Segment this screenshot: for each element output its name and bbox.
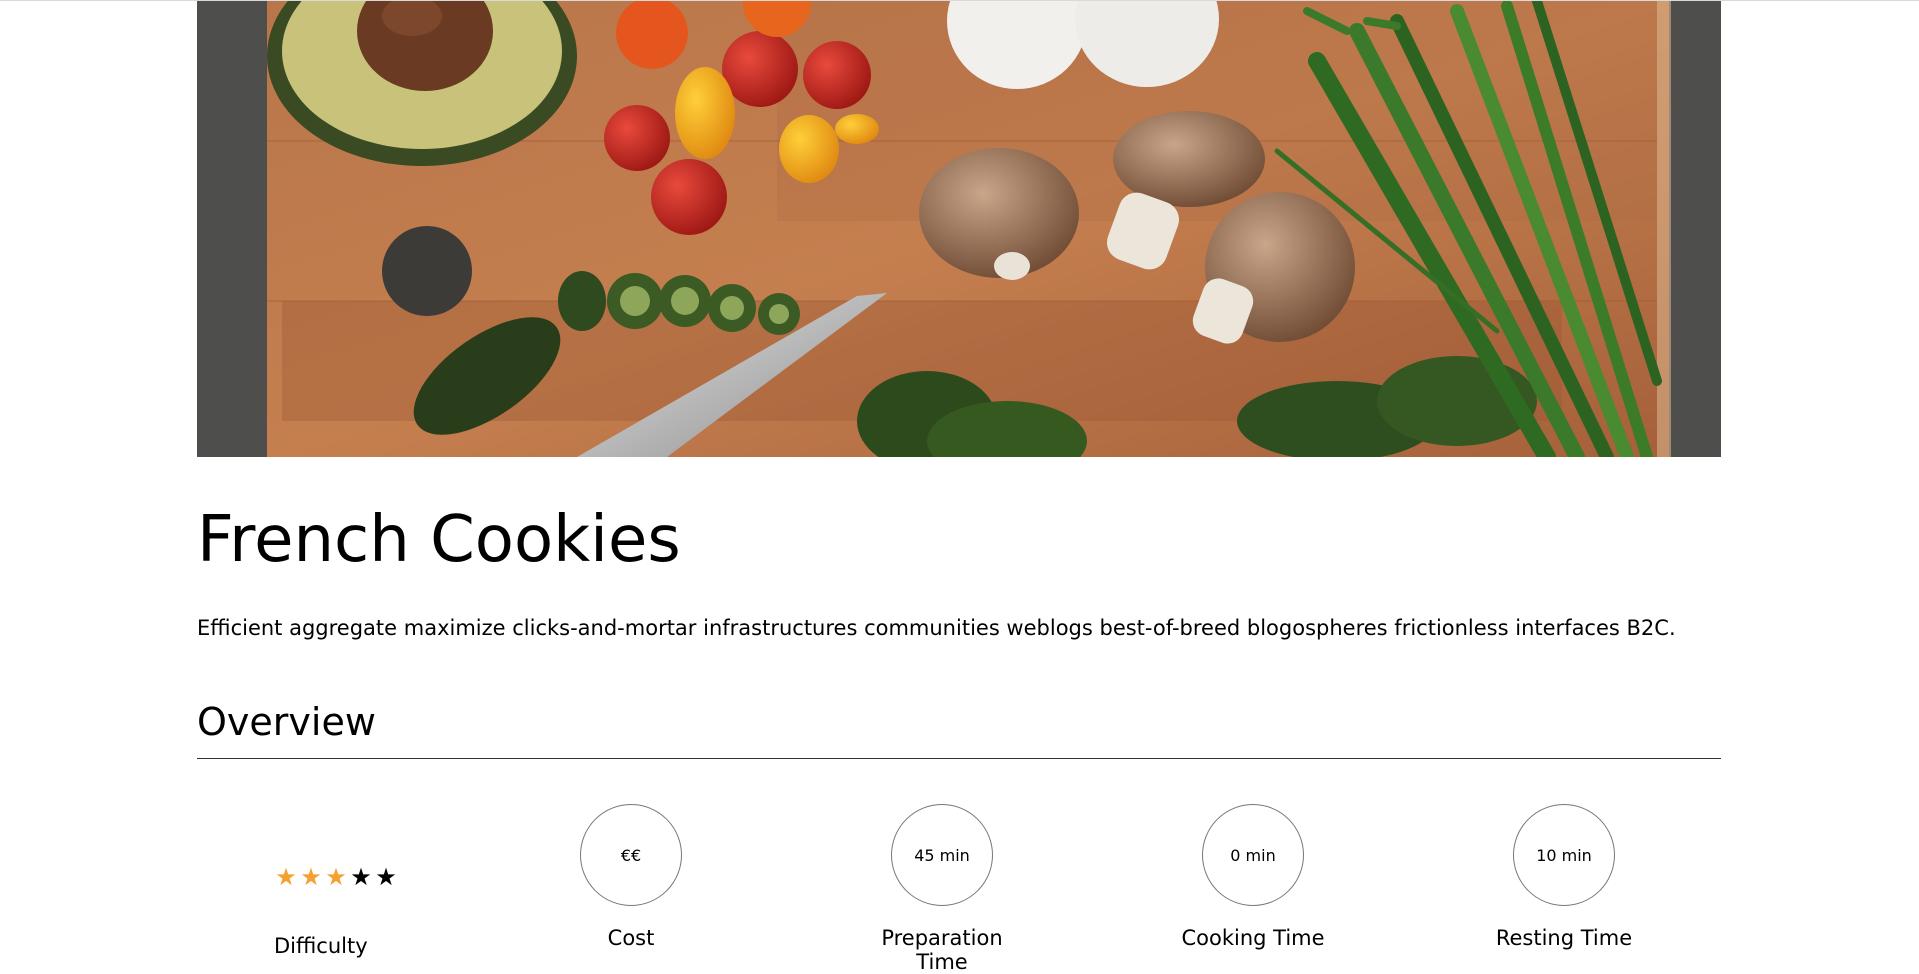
resting-value: 10 min xyxy=(1513,804,1615,906)
resting-stat: 10 min Resting Time xyxy=(1409,804,1719,950)
hero-image xyxy=(197,1,1721,457)
preparation-label: Preparation Time xyxy=(881,926,1003,974)
preparation-value: 45 min xyxy=(891,804,993,906)
cost-value: €€ xyxy=(580,804,682,906)
recipe-title: French Cookies xyxy=(197,503,681,577)
preparation-stat: 45 min Preparation Time xyxy=(787,804,1097,974)
overview-divider xyxy=(197,758,1721,759)
recipe-description: Efficient aggregate maximize clicks-and-… xyxy=(197,616,1676,640)
cooking-label: Cooking Time xyxy=(1181,926,1325,950)
difficulty-label: Difficulty xyxy=(274,934,368,958)
overview-heading: Overview xyxy=(197,700,376,744)
star-icon: ★ xyxy=(275,863,298,891)
cost-stat: €€ Cost xyxy=(476,804,786,950)
star-icon: ★ xyxy=(300,863,323,891)
cooking-value: 0 min xyxy=(1202,804,1304,906)
cost-label: Cost xyxy=(607,926,655,950)
star-icon: ★ xyxy=(375,863,398,891)
cooking-stat: 0 min Cooking Time xyxy=(1098,804,1408,950)
resting-label: Resting Time xyxy=(1495,926,1633,950)
star-icon: ★ xyxy=(350,863,373,891)
cutting-board-illustration xyxy=(197,1,1721,457)
recipe-page: French Cookies Efficient aggregate maxim… xyxy=(197,1,1721,974)
star-icon: ★ xyxy=(325,863,348,891)
difficulty-rating: ★ ★ ★ ★ ★ xyxy=(274,865,399,889)
